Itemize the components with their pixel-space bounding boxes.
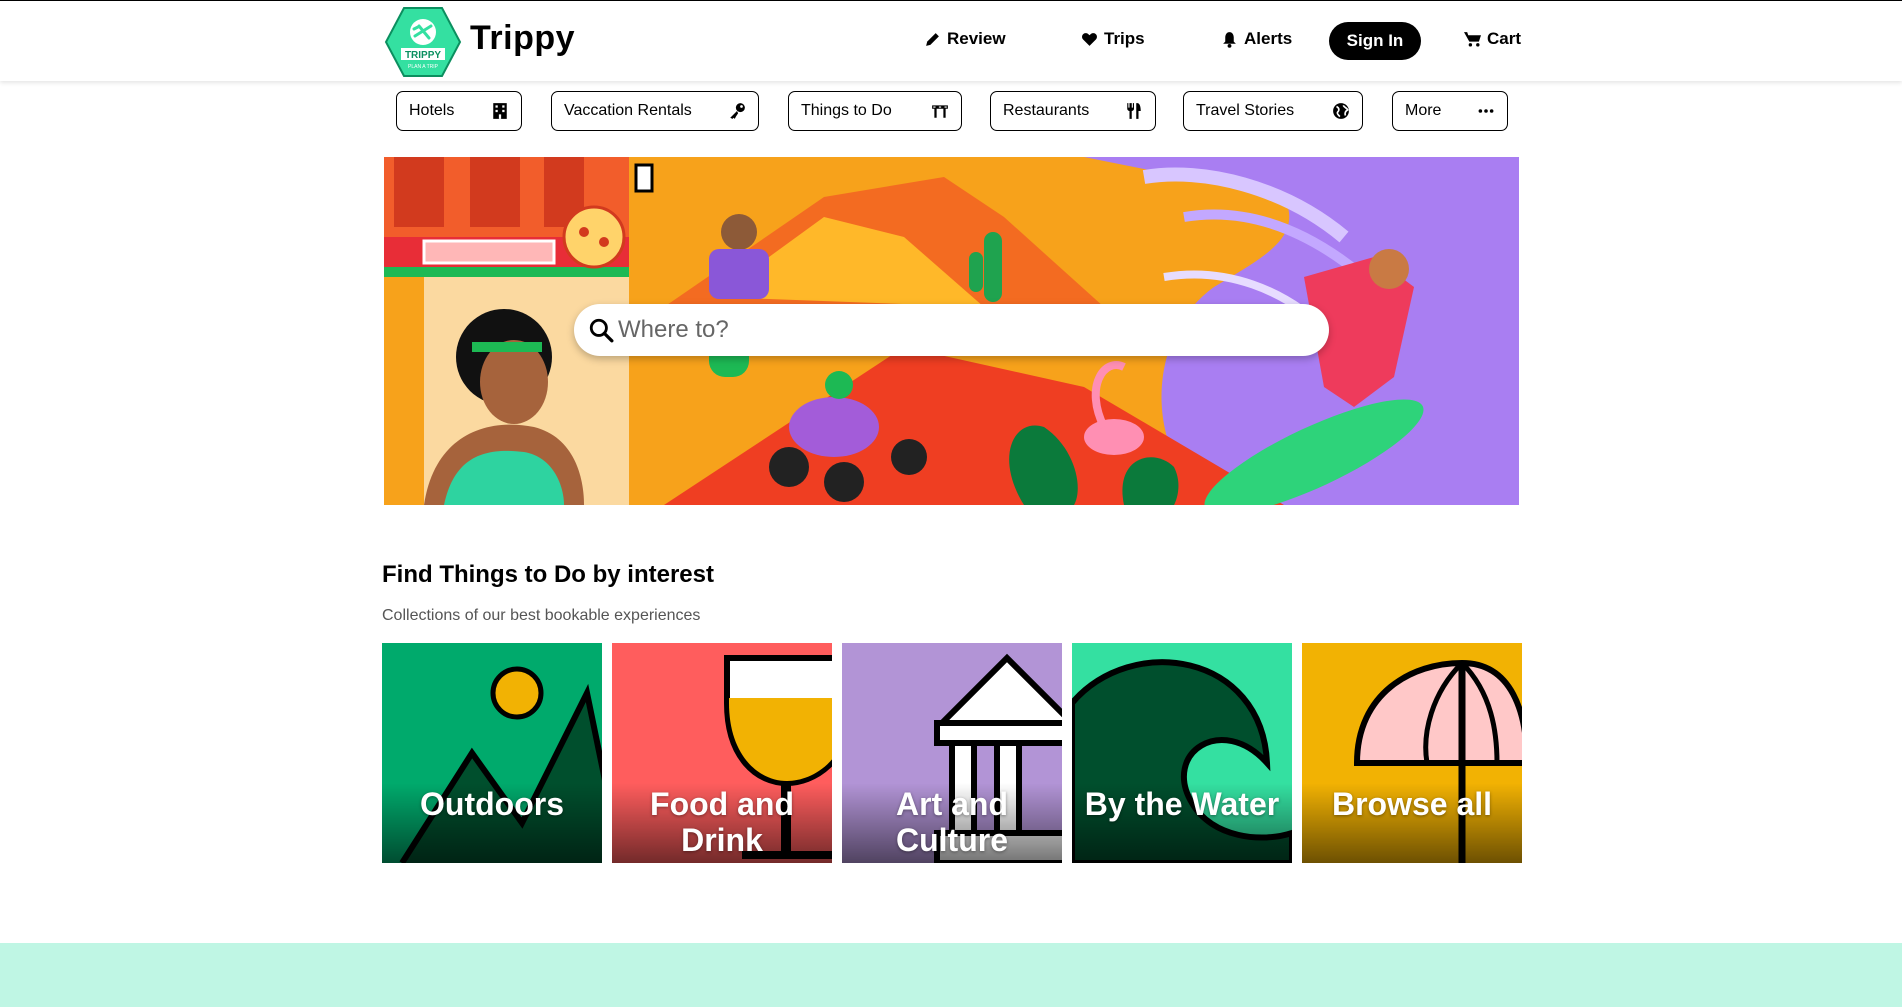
tile-outdoors[interactable]: Outdoors — [382, 643, 602, 863]
tile-label: Outdoors — [420, 786, 564, 822]
category-more[interactable]: More — [1392, 91, 1508, 131]
tile-label: Food and Drink — [650, 786, 794, 858]
tile-browse-all[interactable]: Browse all — [1302, 643, 1522, 863]
tile-label: Art and Culture — [896, 786, 1008, 858]
cart-icon — [1464, 31, 1481, 47]
site-header: TRIPPY PLAN A TRIP Trippy Review Trips A… — [0, 1, 1902, 81]
pencil-icon — [926, 32, 939, 46]
review-link[interactable]: Review — [924, 29, 1006, 49]
category-label: Things to Do — [801, 102, 892, 119]
search-icon — [589, 318, 614, 343]
category-things-to-do[interactable]: Things to Do — [788, 91, 962, 131]
review-label: Review — [947, 29, 1006, 48]
bell-icon — [1223, 31, 1236, 48]
category-hotels[interactable]: Hotels — [396, 91, 522, 131]
category-vaccation-rentals[interactable]: Vaccation Rentals — [551, 91, 759, 131]
alerts-label: Alerts — [1244, 29, 1293, 48]
cart-label: Cart — [1487, 29, 1522, 48]
section-subtitle: Collections of our best bookable experie… — [382, 607, 701, 624]
category-label: Restaurants — [1003, 102, 1090, 119]
tile-by-the-water[interactable]: By the Water — [1072, 643, 1292, 863]
category-label: Travel Stories — [1196, 102, 1295, 119]
logo-subtext: PLAN A TRIP — [408, 64, 439, 70]
tile-label: Browse all — [1331, 786, 1493, 822]
tile-food-and-drink[interactable]: Food and Drink — [612, 643, 832, 863]
ellipsis-icon — [1478, 109, 1494, 113]
brand-name[interactable]: Trippy — [470, 19, 575, 58]
heart-icon — [1082, 32, 1097, 46]
fork-knife-icon — [1127, 103, 1141, 119]
category-travel-stories[interactable]: Travel Stories — [1183, 91, 1363, 131]
trips-link[interactable]: Trips — [1081, 29, 1145, 49]
search-bar[interactable] — [574, 304, 1329, 356]
search-input[interactable] — [616, 315, 1300, 345]
logo-text: TRIPPY — [405, 50, 441, 61]
tile-label: By the Water — [1084, 786, 1280, 822]
tile-art-and-culture[interactable]: Art and Culture — [842, 643, 1062, 863]
building-icon — [493, 103, 507, 119]
ticket-icon — [932, 105, 948, 118]
trips-label: Trips — [1104, 29, 1145, 48]
category-label: Hotels — [409, 102, 455, 119]
sign-in-button[interactable]: Sign In — [1329, 22, 1421, 60]
globe-icon — [1333, 103, 1349, 119]
cart-link[interactable]: Cart — [1464, 29, 1521, 49]
category-restaurants[interactable]: Restaurants — [990, 91, 1156, 131]
section-title: Find Things to Do by interest — [382, 561, 714, 588]
key-icon — [730, 103, 745, 119]
category-label: More — [1405, 102, 1442, 119]
trippy-logo[interactable]: TRIPPY PLAN A TRIP — [384, 6, 462, 78]
footer-band — [0, 943, 1902, 1007]
alerts-link[interactable]: Alerts — [1221, 29, 1292, 49]
category-label: Vaccation Rentals — [564, 102, 692, 119]
